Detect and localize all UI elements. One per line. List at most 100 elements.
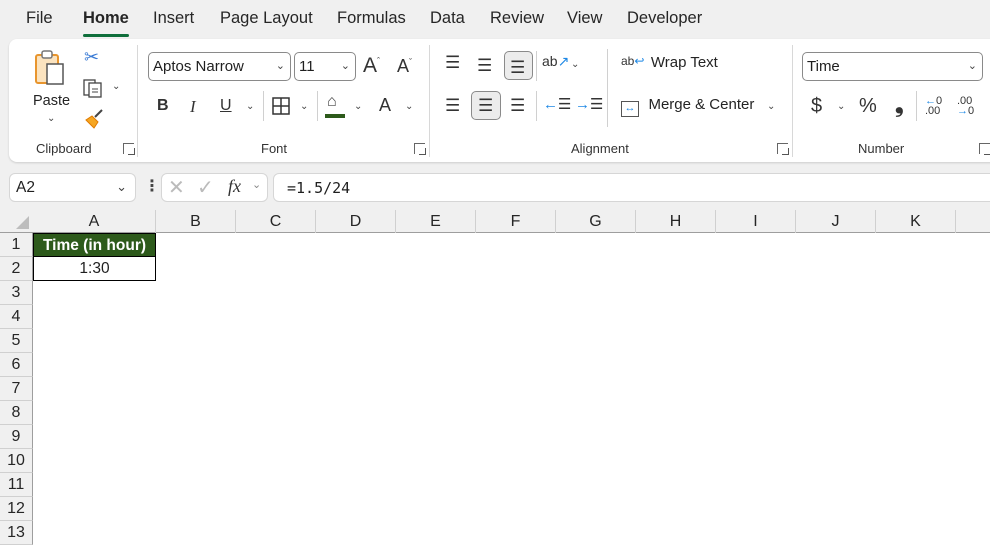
tab-file[interactable]: File [26, 9, 53, 28]
column-header-F[interactable]: F [476, 210, 556, 233]
font-size-dropdown[interactable]: 11 ⌄ [294, 52, 356, 81]
column-header-H[interactable]: H [636, 210, 716, 233]
row-header-9[interactable]: 9 [0, 425, 33, 449]
column-headers: ABCDEFGHIJK [0, 210, 990, 233]
currency-dropdown-icon[interactable]: ⌄ [837, 101, 845, 112]
copy-icon[interactable] [83, 77, 105, 99]
clipboard-group-label: Clipboard [36, 141, 92, 156]
align-left-icon[interactable]: ☰ [445, 97, 460, 114]
chevron-down-icon: ⌄ [116, 179, 127, 194]
decrease-decimal-button[interactable]: .00 →0 [957, 96, 974, 117]
column-header-J[interactable]: J [796, 210, 876, 233]
row-header-10[interactable]: 10 [0, 449, 33, 473]
row-header-7[interactable]: 7 [0, 377, 33, 401]
column-header-I[interactable]: I [716, 210, 796, 233]
merge-center-button[interactable]: ↔ Merge & Center [621, 96, 754, 120]
underline-dropdown-icon[interactable]: ⌄ [246, 101, 254, 112]
currency-button[interactable]: $ [811, 96, 822, 116]
percent-button[interactable]: % [859, 96, 877, 116]
tab-insert[interactable]: Insert [153, 9, 194, 28]
row-header-13[interactable]: 13 [0, 521, 33, 545]
increase-indent-icon[interactable]: →☰ [575, 97, 603, 112]
row-header-6[interactable]: 6 [0, 353, 33, 377]
row-header-1[interactable]: 1 [0, 233, 33, 257]
row-header-12[interactable]: 12 [0, 497, 33, 521]
font-name-dropdown[interactable]: Aptos Narrow ⌄ [148, 52, 291, 81]
borders-dropdown-icon[interactable]: ⌄ [300, 101, 308, 112]
font-color-button[interactable]: A [379, 96, 391, 114]
decrease-indent-icon[interactable]: ←☰ [543, 97, 571, 112]
alignment-group-label: Alignment [571, 141, 629, 156]
copy-dropdown-icon[interactable]: ⌄ [112, 81, 120, 92]
underline-button[interactable]: U [220, 98, 232, 114]
fill-color-icon[interactable]: ⌂ [327, 94, 337, 110]
tab-formulas[interactable]: Formulas [337, 9, 406, 28]
paste-button[interactable]: Paste ⌄ [27, 47, 72, 127]
select-all-button[interactable] [0, 210, 33, 233]
tab-developer[interactable]: Developer [627, 9, 702, 28]
font-launcher-icon[interactable] [414, 143, 426, 155]
center-align-icon: ☰ [478, 96, 494, 115]
ribbon-tabs: File Home Insert Page Layout Formulas Da… [0, 0, 990, 38]
font-name-value: Aptos Narrow [153, 58, 244, 75]
paste-label: Paste [33, 93, 71, 109]
orientation-dropdown-icon[interactable]: ⌄ [571, 59, 579, 70]
cell-A2[interactable]: 1:30 [33, 257, 156, 281]
column-header-A[interactable]: A [33, 210, 156, 233]
number-format-dropdown[interactable]: Time ⌄ [802, 52, 983, 81]
tab-review[interactable]: Review [490, 9, 544, 28]
column-header-E[interactable]: E [396, 210, 476, 233]
merge-center-dropdown-icon[interactable]: ⌄ [767, 101, 775, 112]
name-box[interactable]: A2 ⌄ [9, 173, 136, 202]
top-align-icon[interactable]: ☰ [445, 54, 460, 71]
separator [916, 91, 917, 121]
column-header-G[interactable]: G [556, 210, 636, 233]
borders-icon[interactable] [272, 97, 290, 115]
italic-button[interactable]: I [190, 98, 196, 115]
cut-icon[interactable]: ✂ [84, 48, 99, 66]
fill-color-dropdown-icon[interactable]: ⌄ [354, 101, 362, 112]
separator [317, 91, 318, 121]
merge-center-icon: ↔ [621, 101, 639, 117]
alignment-launcher-icon[interactable] [777, 143, 789, 155]
tab-view[interactable]: View [567, 9, 602, 28]
clipboard-launcher-icon[interactable] [123, 143, 135, 155]
row-header-4[interactable]: 4 [0, 305, 33, 329]
more-options-icon[interactable]: ⋮ [144, 176, 160, 196]
row-header-2[interactable]: 2 [0, 257, 33, 281]
middle-align-icon[interactable]: ☰ [477, 57, 492, 74]
comma-style-button[interactable]: ❟ [895, 94, 904, 116]
format-painter-icon[interactable] [83, 108, 105, 130]
wrap-text-button[interactable]: ab↩ Wrap Text [621, 54, 718, 78]
merge-center-label: Merge & Center [648, 96, 755, 113]
ribbon: Paste ⌄ ✂ ⌄ Clipboard Aptos Narrow ⌄ 11 … [9, 39, 990, 162]
row-header-11[interactable]: 11 [0, 473, 33, 497]
column-header-K[interactable]: K [876, 210, 956, 233]
align-right-icon[interactable]: ☰ [510, 97, 525, 114]
increase-decimal-button[interactable]: ←0.00 [925, 96, 942, 117]
tab-data[interactable]: Data [430, 9, 465, 28]
row-header-8[interactable]: 8 [0, 401, 33, 425]
row-header-3[interactable]: 3 [0, 281, 33, 305]
decrease-font-size-icon[interactable]: Aˇ [397, 57, 412, 75]
orientation-icon[interactable]: ab↗ [542, 54, 569, 68]
increase-font-size-icon[interactable]: Aˆ [363, 55, 380, 76]
select-all-icon [16, 216, 29, 229]
column-header-D[interactable]: D [316, 210, 396, 233]
paste-icon [35, 50, 64, 85]
column-header-B[interactable]: B [156, 210, 236, 233]
formula-buttons: ✕ ✓ fx ⌄ [161, 173, 268, 202]
font-color-dropdown-icon[interactable]: ⌄ [405, 101, 413, 112]
row-header-5[interactable]: 5 [0, 329, 33, 353]
formula-input[interactable]: =1.5/24 [273, 173, 990, 202]
enter-icon[interactable]: ✓ [197, 175, 214, 200]
number-launcher-icon[interactable] [979, 143, 990, 155]
cancel-icon[interactable]: ✕ [168, 175, 185, 200]
cell-A1[interactable]: Time (in hour) [33, 233, 156, 257]
bold-button[interactable]: B [157, 98, 169, 114]
tab-home[interactable]: Home [83, 9, 129, 37]
fx-dropdown-icon[interactable]: ⌄ [252, 178, 261, 191]
insert-function-button[interactable]: fx [228, 176, 241, 197]
column-header-C[interactable]: C [236, 210, 316, 233]
tab-page-layout[interactable]: Page Layout [220, 9, 313, 28]
